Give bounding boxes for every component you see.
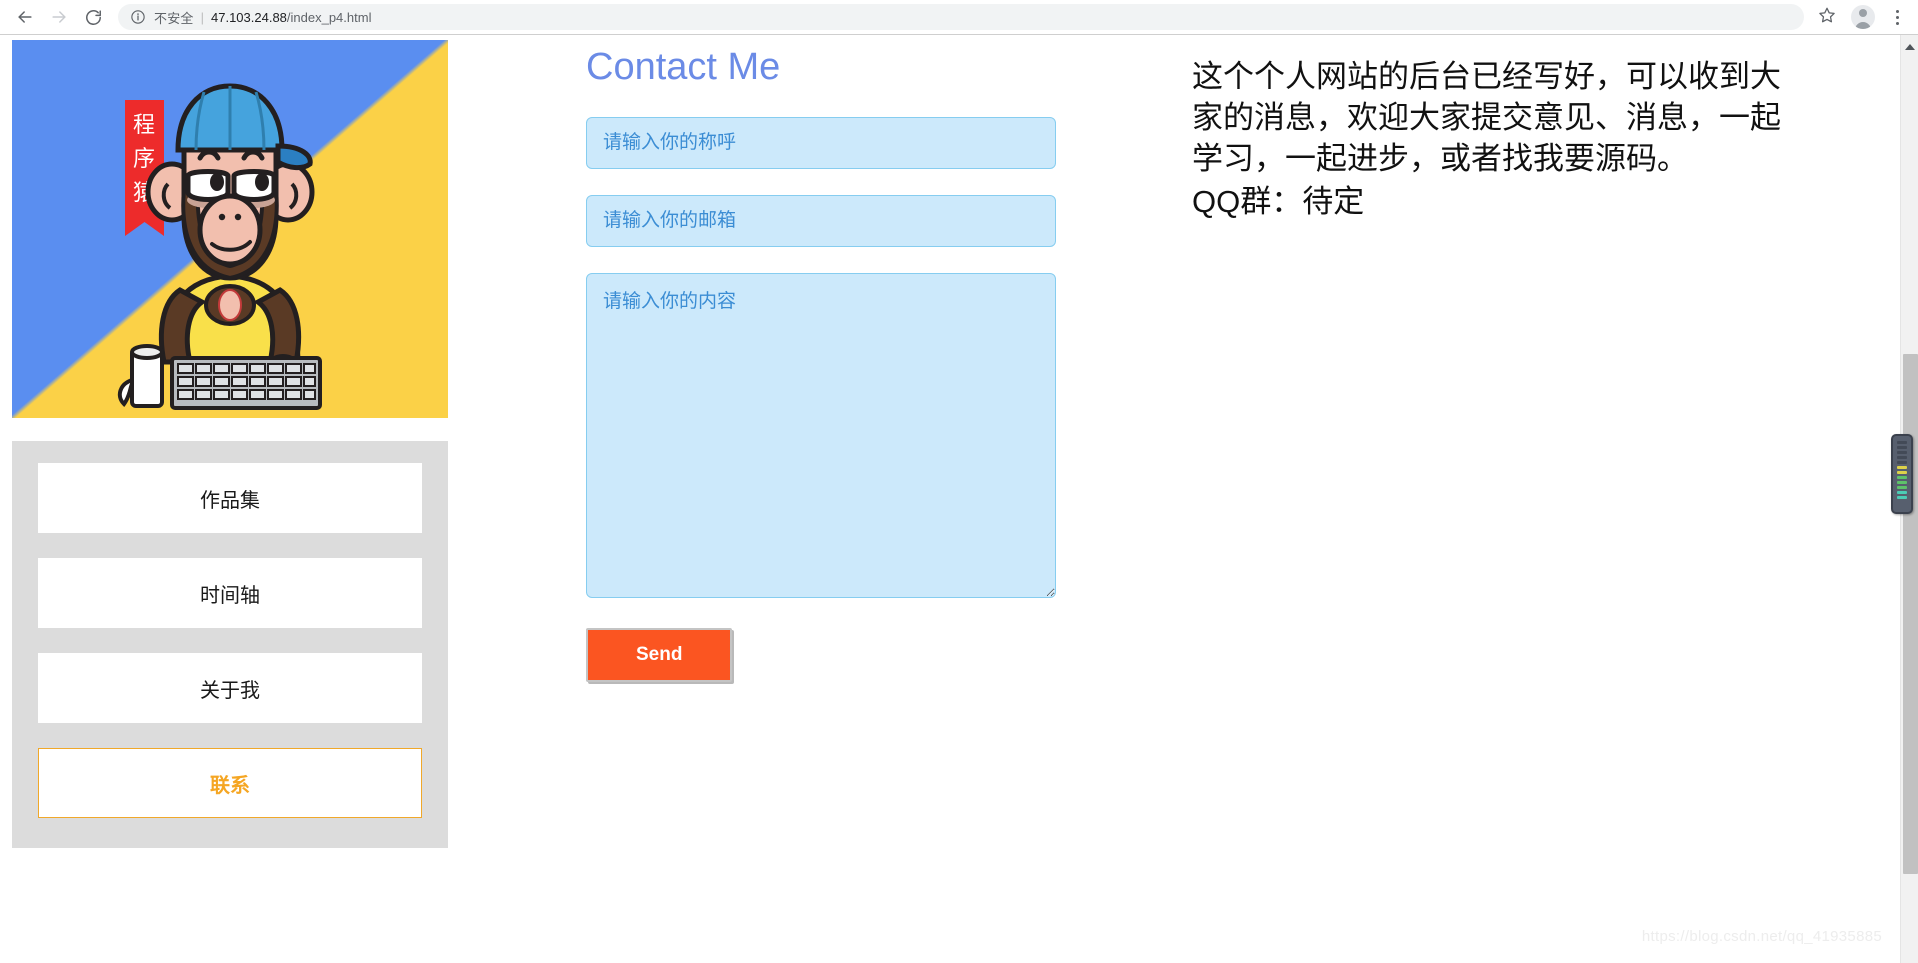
level-meter-segment (1897, 471, 1907, 474)
page-content: 程 序 猿 作品集 时间轴 关于我 联系 Contact Me 请输入你的称呼 … (0, 35, 1918, 963)
watermark-text: https://blog.csdn.net/qq_41935885 (1641, 928, 1882, 945)
svg-text:程: 程 (133, 112, 155, 137)
level-meter-segment (1897, 486, 1907, 489)
star-icon (1818, 6, 1836, 29)
info-circle-icon[interactable] (130, 9, 146, 25)
level-meter-segment (1897, 481, 1907, 484)
profile-button[interactable] (1848, 2, 1878, 32)
url-path: /index_p4.html (286, 9, 372, 25)
contact-form: Contact Me Send (586, 35, 1056, 682)
reload-button[interactable] (76, 0, 110, 34)
omnibox-divider: | (200, 9, 204, 25)
sidebar-item-portfolio[interactable]: 作品集 (38, 463, 422, 533)
level-meter-segment (1897, 456, 1907, 459)
reload-icon (84, 8, 103, 27)
sidebar-item-label: 作品集 (200, 489, 260, 512)
note-qq-text: QQ群：待定 (1192, 183, 1365, 219)
security-status-label: 不安全 (154, 10, 194, 26)
sidebar-item-timeline[interactable]: 时间轴 (38, 558, 422, 628)
scroll-up-arrow-icon[interactable] (1901, 39, 1918, 55)
profile-avatar-icon (1851, 5, 1875, 29)
info-note-panel: 这个个人网站的后台已经写好，可以收到大家的消息，欢迎大家提交意见、消息，一起学习… (1192, 57, 1792, 223)
sidebar: 程 序 猿 作品集 时间轴 关于我 联系 (12, 40, 448, 848)
browser-toolbar: 不安全 | 47.103.24.88 /index_p4.html (0, 0, 1918, 35)
note-body-text: 这个个人网站的后台已经写好，可以收到大家的消息，欢迎大家提交意见、消息，一起学习… (1192, 59, 1781, 176)
level-meter-segment (1897, 491, 1907, 494)
forward-button[interactable] (42, 0, 76, 34)
bookmark-button[interactable] (1812, 2, 1842, 32)
send-button[interactable]: Send (586, 627, 733, 682)
three-dot-menu-icon (1895, 9, 1899, 25)
monkey-illustration-icon: 程 序 猿 (117, 83, 322, 410)
level-meter-segment (1897, 441, 1907, 444)
level-meter-segment (1897, 466, 1907, 469)
back-button[interactable] (8, 0, 42, 34)
level-meter-segment (1897, 451, 1907, 454)
sidebar-nav: 作品集 时间轴 关于我 联系 (12, 441, 448, 848)
sidebar-item-about[interactable]: 关于我 (38, 653, 422, 723)
chrome-menu-button[interactable] (1884, 2, 1910, 32)
svg-text:序: 序 (133, 146, 155, 171)
toolbar-right-actions (1812, 2, 1918, 32)
level-meter-segment (1897, 496, 1907, 499)
sidebar-item-label: 关于我 (200, 679, 260, 702)
programmer-monkey-avatar: 程 序 猿 (12, 40, 448, 418)
sidebar-item-contact[interactable]: 联系 (38, 748, 422, 818)
scrollbar-thumb[interactable] (1903, 354, 1918, 874)
address-bar[interactable]: 不安全 | 47.103.24.88 /index_p4.html (118, 4, 1804, 30)
level-meter-segment (1897, 461, 1907, 464)
level-meter-segment (1897, 446, 1907, 449)
page-title: Contact Me (586, 46, 781, 88)
level-meter-segment (1897, 476, 1907, 479)
level-meter-icon (1891, 434, 1913, 514)
message-textarea[interactable] (586, 272, 1056, 598)
sidebar-item-label: 联系 (210, 774, 250, 797)
email-input[interactable] (586, 194, 1056, 247)
name-input[interactable] (586, 116, 1056, 169)
sidebar-item-label: 时间轴 (200, 584, 260, 607)
back-arrow-icon (15, 7, 35, 27)
url-host: 47.103.24.88 (211, 9, 287, 25)
forward-arrow-icon (49, 7, 69, 27)
